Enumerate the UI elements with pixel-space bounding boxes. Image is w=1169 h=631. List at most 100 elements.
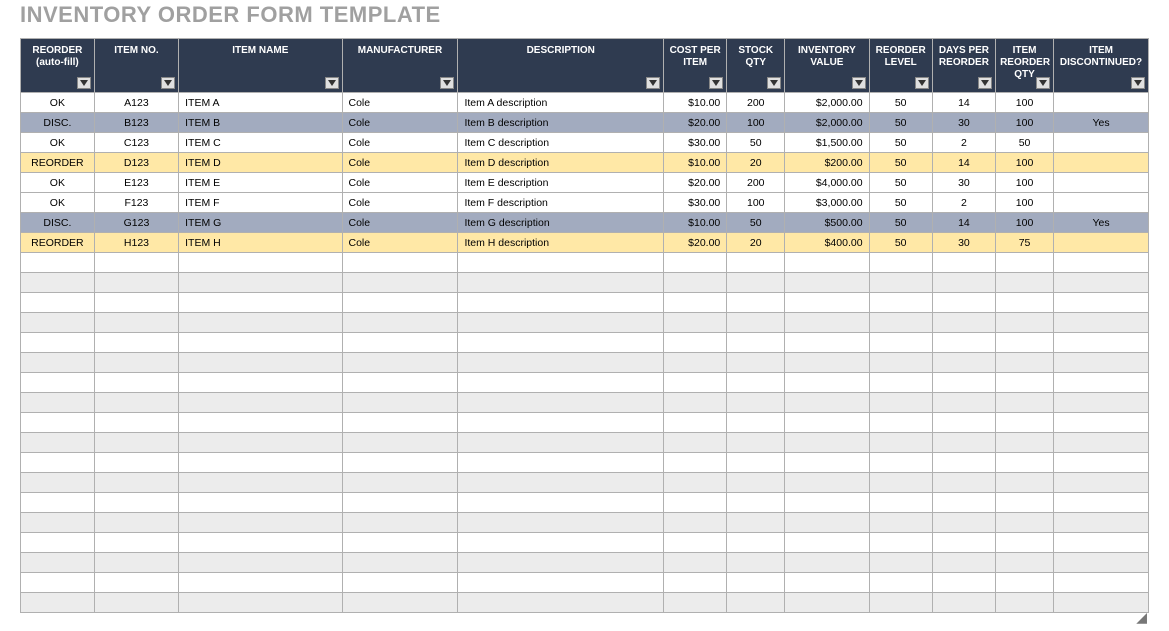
cell-rlevel[interactable]: 50 xyxy=(869,193,932,213)
cell-empty[interactable] xyxy=(21,373,95,393)
cell-empty[interactable] xyxy=(727,433,785,453)
cell-reorder[interactable]: REORDER xyxy=(21,233,95,253)
cell-empty[interactable] xyxy=(869,293,932,313)
cell-empty[interactable] xyxy=(1054,313,1149,333)
cell-empty[interactable] xyxy=(664,433,727,453)
cell-discontinued[interactable] xyxy=(1054,173,1149,193)
cell-empty[interactable] xyxy=(94,593,178,613)
cell-empty[interactable] xyxy=(869,313,932,333)
column-header[interactable]: MANUFACTURER xyxy=(342,39,458,93)
cell-empty[interactable] xyxy=(932,313,995,333)
cell-empty[interactable] xyxy=(179,253,342,273)
cell-empty[interactable] xyxy=(458,493,664,513)
cell-discontinued[interactable] xyxy=(1054,193,1149,213)
cell-empty[interactable] xyxy=(932,373,995,393)
cell-empty[interactable] xyxy=(664,593,727,613)
cell-empty[interactable] xyxy=(869,433,932,453)
cell-empty[interactable] xyxy=(785,373,869,393)
cell-rlevel[interactable]: 50 xyxy=(869,233,932,253)
cell-value[interactable]: $3,000.00 xyxy=(785,193,869,213)
cell-rlevel[interactable]: 50 xyxy=(869,93,932,113)
cell-empty[interactable] xyxy=(94,553,178,573)
cell-empty[interactable] xyxy=(342,593,458,613)
cell-empty[interactable] xyxy=(727,453,785,473)
cell-empty[interactable] xyxy=(1054,273,1149,293)
cell-empty[interactable] xyxy=(179,473,342,493)
cell-stock[interactable]: 50 xyxy=(727,133,785,153)
cell-reorder[interactable]: DISC. xyxy=(21,113,95,133)
cell-empty[interactable] xyxy=(458,413,664,433)
cell-empty[interactable] xyxy=(94,253,178,273)
cell-empty[interactable] xyxy=(932,273,995,293)
cell-days[interactable]: 14 xyxy=(932,213,995,233)
cell-empty[interactable] xyxy=(21,533,95,553)
cell-empty[interactable] xyxy=(869,513,932,533)
column-header[interactable]: COST PER ITEM xyxy=(664,39,727,93)
cell-empty[interactable] xyxy=(869,553,932,573)
cell-empty[interactable] xyxy=(179,333,342,353)
cell-empty[interactable] xyxy=(21,353,95,373)
cell-empty[interactable] xyxy=(785,333,869,353)
cell-empty[interactable] xyxy=(1054,353,1149,373)
cell-empty[interactable] xyxy=(996,313,1054,333)
cell-empty[interactable] xyxy=(996,553,1054,573)
cell-empty[interactable] xyxy=(94,493,178,513)
cell-empty[interactable] xyxy=(996,593,1054,613)
cell-manufacturer[interactable]: Cole xyxy=(342,113,458,133)
cell-empty[interactable] xyxy=(996,273,1054,293)
column-header[interactable]: DAYS PER REORDER xyxy=(932,39,995,93)
cell-empty[interactable] xyxy=(179,373,342,393)
filter-dropdown-icon[interactable] xyxy=(709,77,723,89)
filter-dropdown-icon[interactable] xyxy=(161,77,175,89)
cell-empty[interactable] xyxy=(21,453,95,473)
filter-dropdown-icon[interactable] xyxy=(77,77,91,89)
filter-dropdown-icon[interactable] xyxy=(440,77,454,89)
cell-empty[interactable] xyxy=(727,273,785,293)
column-header[interactable]: REORDER (auto-fill) xyxy=(21,39,95,93)
cell-empty[interactable] xyxy=(727,573,785,593)
cell-item_no[interactable]: C123 xyxy=(94,133,178,153)
cell-empty[interactable] xyxy=(996,253,1054,273)
cell-empty[interactable] xyxy=(342,453,458,473)
cell-stock[interactable]: 100 xyxy=(727,113,785,133)
cell-empty[interactable] xyxy=(94,513,178,533)
cell-empty[interactable] xyxy=(342,413,458,433)
cell-empty[interactable] xyxy=(932,453,995,473)
cell-item_name[interactable]: ITEM D xyxy=(179,153,342,173)
cell-value[interactable]: $2,000.00 xyxy=(785,113,869,133)
cell-rlevel[interactable]: 50 xyxy=(869,133,932,153)
cell-empty[interactable] xyxy=(179,293,342,313)
cell-empty[interactable] xyxy=(996,293,1054,313)
cell-empty[interactable] xyxy=(179,273,342,293)
filter-dropdown-icon[interactable] xyxy=(978,77,992,89)
cell-empty[interactable] xyxy=(664,253,727,273)
cell-empty[interactable] xyxy=(664,513,727,533)
cell-manufacturer[interactable]: Cole xyxy=(342,233,458,253)
cell-description[interactable]: Item A description xyxy=(458,93,664,113)
cell-empty[interactable] xyxy=(932,573,995,593)
cell-empty[interactable] xyxy=(996,493,1054,513)
cell-days[interactable]: 14 xyxy=(932,153,995,173)
cell-item_no[interactable]: A123 xyxy=(94,93,178,113)
cell-empty[interactable] xyxy=(21,513,95,533)
cell-empty[interactable] xyxy=(664,453,727,473)
cell-cost[interactable]: $30.00 xyxy=(664,193,727,213)
cell-empty[interactable] xyxy=(785,533,869,553)
cell-empty[interactable] xyxy=(342,273,458,293)
cell-empty[interactable] xyxy=(869,593,932,613)
cell-empty[interactable] xyxy=(94,433,178,453)
cell-empty[interactable] xyxy=(996,393,1054,413)
cell-empty[interactable] xyxy=(727,253,785,273)
cell-empty[interactable] xyxy=(664,393,727,413)
cell-empty[interactable] xyxy=(458,433,664,453)
cell-empty[interactable] xyxy=(785,353,869,373)
cell-empty[interactable] xyxy=(785,273,869,293)
cell-cost[interactable]: $10.00 xyxy=(664,93,727,113)
cell-value[interactable]: $500.00 xyxy=(785,213,869,233)
cell-empty[interactable] xyxy=(932,433,995,453)
cell-empty[interactable] xyxy=(342,353,458,373)
cell-days[interactable]: 2 xyxy=(932,193,995,213)
cell-empty[interactable] xyxy=(94,573,178,593)
cell-item_no[interactable]: B123 xyxy=(94,113,178,133)
cell-empty[interactable] xyxy=(785,493,869,513)
